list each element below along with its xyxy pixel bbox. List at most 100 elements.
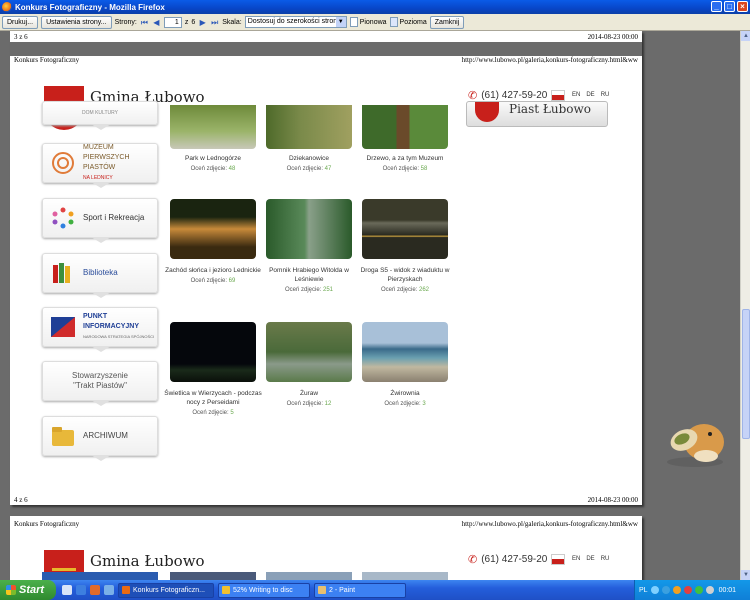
- page-top-row: 3 z 6 2014-08-23 00:00: [14, 33, 638, 41]
- phone-number: ✆ (61) 427-59-20: [468, 89, 566, 102]
- media-icon[interactable]: [104, 585, 114, 595]
- disc-icon: [222, 586, 230, 594]
- lang-en[interactable]: EN: [572, 556, 580, 562]
- prev-page-icon[interactable]: ◀: [152, 17, 161, 28]
- scale-select[interactable]: Dostosuj do szerokości strony ▼: [244, 16, 347, 28]
- clock[interactable]: 00:01: [719, 587, 737, 594]
- show-desktop-icon[interactable]: [62, 585, 72, 595]
- page-setup-button[interactable]: Ustawienia strony...: [41, 15, 112, 29]
- network-icon[interactable]: [650, 586, 659, 594]
- scroll-down-icon[interactable]: ▼: [741, 570, 750, 580]
- photo-thumbnail[interactable]: [170, 105, 256, 149]
- start-label: Start: [19, 584, 45, 596]
- photo-rating[interactable]: Oceń zdjęcie: 58: [355, 166, 455, 172]
- page-number-input[interactable]: 1: [163, 16, 182, 28]
- sidebar-item-biblioteka[interactable]: Biblioteka: [42, 253, 158, 298]
- sidebar-item-trakt-piastow[interactable]: Stowarzyszenie "Trakt Piastów": [42, 361, 158, 406]
- photo-thumbnail[interactable]: [170, 199, 256, 259]
- language-indicator[interactable]: PL: [639, 587, 648, 594]
- firefox-icon[interactable]: [90, 585, 100, 595]
- first-page-icon[interactable]: ⏮: [140, 17, 149, 28]
- sidebar-item-dom-kultury[interactable]: DOM KULTURY: [42, 101, 158, 130]
- task-paint[interactable]: 2 - Paint: [314, 582, 406, 598]
- photo-rating[interactable]: Oceń zdjęcie: 251: [259, 287, 359, 293]
- update-icon[interactable]: [694, 586, 703, 594]
- sidebar-item-sport[interactable]: Sport i Rekreacja: [42, 198, 158, 243]
- close-window-button[interactable]: ×: [737, 1, 748, 12]
- last-page-icon[interactable]: ⏭: [210, 17, 219, 28]
- photo-rating[interactable]: Oceń zdjęcie: 262: [355, 287, 455, 293]
- lang-ru[interactable]: RU: [601, 556, 610, 562]
- photo-caption[interactable]: Drzewo, a za tym Muzeum: [355, 154, 455, 163]
- photo-rating[interactable]: Oceń zdjęcie: 47: [259, 166, 359, 172]
- photo-thumbnail[interactable]: [362, 199, 448, 259]
- photo-thumbnail[interactable]: [362, 572, 448, 580]
- photo-caption[interactable]: Droga S5 - widok z wiaduktu w Pierzyskac…: [355, 266, 455, 284]
- minimize-button[interactable]: _: [711, 1, 722, 12]
- ie-icon[interactable]: [76, 585, 86, 595]
- photo-thumbnail[interactable]: [266, 105, 352, 149]
- print-page: 3 z 6 2014-08-23 00:00 Konkurs Fotografi…: [10, 31, 642, 505]
- tray-icon[interactable]: [705, 586, 714, 594]
- print-button[interactable]: Drukuj...: [2, 15, 39, 29]
- scrollbar-thumb[interactable]: [742, 309, 750, 439]
- task-firefox[interactable]: Konkurs Fotograficzn...: [118, 582, 214, 598]
- photo-thumbnail[interactable]: [170, 322, 256, 382]
- site-brand[interactable]: Gmina Łubowo: [90, 552, 205, 570]
- photo-rating[interactable]: Oceń zdjęcie: 48: [163, 166, 263, 172]
- taskbar: Start Konkurs Fotograficzn... 52% Writin…: [0, 580, 750, 600]
- lang-de[interactable]: DE: [586, 556, 594, 562]
- window-title-bar[interactable]: Konkurs Fotograficzny - Mozilla Firefox …: [0, 0, 750, 14]
- volume-icon[interactable]: [672, 586, 681, 594]
- poland-flag-icon[interactable]: [551, 554, 566, 565]
- bluetooth-icon[interactable]: [661, 586, 670, 594]
- print-date-top: 2014-08-23 00:00: [587, 33, 638, 41]
- print-date-bottom: 2014-08-23 00:00: [587, 496, 638, 504]
- hamster-mascot-icon: [667, 424, 724, 467]
- photo-caption[interactable]: Żwirownia: [355, 389, 455, 398]
- system-tray: PL 00:01: [634, 580, 750, 600]
- sidebar-item-partial[interactable]: [42, 572, 158, 580]
- portrait-option[interactable]: Pionowa: [349, 17, 387, 27]
- photo-thumbnail[interactable]: [266, 322, 352, 382]
- maximize-button[interactable]: □: [724, 1, 735, 12]
- print-page: Konkurs Fotograficzny http://www.lubowo.…: [10, 516, 642, 580]
- photo-caption[interactable]: Świetlica w Wierzycach - podczas nocy z …: [163, 389, 263, 407]
- phone-text: (61) 427-59-20: [481, 554, 548, 565]
- photo-thumbnail[interactable]: [362, 105, 448, 149]
- photo-rating[interactable]: Oceń zdjęcie: 69: [163, 278, 263, 284]
- landscape-option[interactable]: Pozioma: [389, 17, 427, 27]
- photo-caption[interactable]: Park w Lednogórze: [163, 154, 263, 163]
- security-icon[interactable]: [683, 586, 692, 594]
- sidebar-item-punkt-informacyjny[interactable]: PUNKT INFORMACYJNY NARODOWA STRATEGIA SPÓ…: [42, 307, 158, 352]
- close-preview-button[interactable]: Zamknij: [429, 15, 465, 29]
- photo-rating[interactable]: Oceń zdjęcie: 5: [163, 410, 263, 416]
- photo-caption[interactable]: Pomnik Hrabiego Witolda w Leśniewie: [259, 266, 359, 284]
- photo-rating[interactable]: Oceń zdjęcie: 3: [355, 401, 455, 407]
- task-disc-writing[interactable]: 52% Writing to disc: [218, 582, 310, 598]
- poland-flag-icon[interactable]: [551, 90, 566, 101]
- page-counter-top: 3 z 6: [14, 33, 28, 41]
- piast-shield-icon: [475, 102, 499, 122]
- lang-de[interactable]: DE: [586, 92, 594, 98]
- scroll-up-icon[interactable]: ▲: [741, 31, 750, 41]
- page-footer: 4 z 6 2014-08-23 00:00: [14, 496, 638, 504]
- photo-thumbnail[interactable]: [266, 572, 352, 580]
- vertical-scrollbar[interactable]: ▲ ▼: [740, 31, 750, 580]
- photo-caption[interactable]: Żuraw: [259, 389, 359, 398]
- photo-thumbnail[interactable]: [266, 199, 352, 259]
- piast-banner[interactable]: Piast Łubowo: [466, 101, 608, 127]
- lang-ru[interactable]: RU: [601, 92, 610, 98]
- next-page-icon[interactable]: ▶: [198, 17, 207, 28]
- sidebar-item-muzeum[interactable]: MUZEUM PIERWSZYCH PIASTÓW NA LEDNICY: [42, 143, 158, 188]
- photo-thumbnail[interactable]: [362, 322, 448, 382]
- sport-icon: [52, 207, 74, 229]
- photo-rating[interactable]: Oceń zdjęcie: 12: [259, 401, 359, 407]
- start-button[interactable]: Start: [0, 580, 56, 600]
- photo-caption[interactable]: Dziekanowice: [259, 154, 359, 163]
- photo-thumbnail[interactable]: [170, 572, 256, 580]
- page-header: Konkurs Fotograficzny http://www.lubowo.…: [14, 56, 638, 64]
- lang-en[interactable]: EN: [572, 92, 580, 98]
- sidebar-item-archiwum[interactable]: ARCHIWUM: [42, 416, 158, 461]
- photo-caption[interactable]: Zachód słońca i jezioro Lednickie: [163, 266, 263, 275]
